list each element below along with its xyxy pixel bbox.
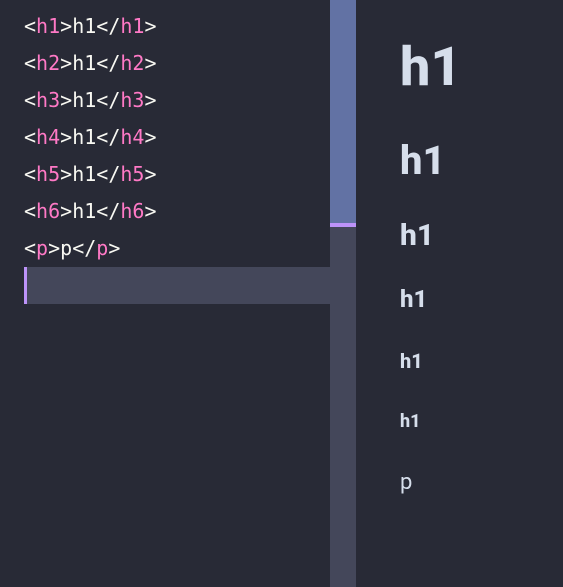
angle-close: >: [144, 51, 156, 75]
angle-open-slash: </: [96, 51, 120, 75]
angle-open-slash: </: [72, 236, 96, 260]
open-tag: h4: [36, 125, 60, 149]
code-editor[interactable]: <h1>h1</h1> <h2>h1</h2> <h3>h1</h3> <h4>…: [0, 0, 330, 587]
tag-text: h1: [72, 199, 96, 223]
angle-close: >: [60, 14, 72, 38]
angle-close: >: [144, 162, 156, 186]
angle-open: <: [24, 14, 36, 38]
close-tag: h1: [120, 14, 144, 38]
preview-h2: h1: [400, 137, 563, 184]
angle-open-slash: </: [96, 199, 120, 223]
open-tag: h2: [36, 51, 60, 75]
code-line[interactable]: <h2>h1</h2>: [24, 45, 330, 82]
preview-p: p: [400, 470, 563, 495]
tag-text: h1: [72, 14, 96, 38]
angle-close: >: [144, 88, 156, 112]
angle-open: <: [24, 88, 36, 112]
preview-h4: h1: [400, 285, 563, 313]
open-tag: p: [36, 236, 48, 260]
angle-close: >: [48, 236, 60, 260]
code-line[interactable]: <h3>h1</h3>: [24, 82, 330, 119]
angle-close: >: [144, 199, 156, 223]
close-tag: h5: [120, 162, 144, 186]
angle-open: <: [24, 236, 36, 260]
angle-close: >: [60, 162, 72, 186]
close-tag: h4: [120, 125, 144, 149]
code-line[interactable]: <h4>h1</h4>: [24, 119, 330, 156]
angle-open-slash: </: [96, 162, 120, 186]
tag-text: h1: [72, 88, 96, 112]
tag-text: h1: [72, 51, 96, 75]
active-line[interactable]: [24, 267, 330, 304]
preview-h6: h1: [400, 411, 563, 432]
angle-open: <: [24, 51, 36, 75]
tag-text: h1: [72, 125, 96, 149]
angle-open: <: [24, 125, 36, 149]
open-tag: h3: [36, 88, 60, 112]
angle-close: >: [144, 125, 156, 149]
angle-close: >: [60, 51, 72, 75]
open-tag: h1: [36, 14, 60, 38]
angle-open-slash: </: [96, 14, 120, 38]
angle-close: >: [144, 14, 156, 38]
open-tag: h6: [36, 199, 60, 223]
code-line[interactable]: <h6>h1</h6>: [24, 193, 330, 230]
tag-text: p: [60, 236, 72, 260]
tag-text: h1: [72, 162, 96, 186]
preview-h5: h1: [400, 349, 563, 373]
overview-mark[interactable]: [330, 223, 356, 227]
open-tag: h5: [36, 162, 60, 186]
close-tag: p: [96, 236, 108, 260]
code-line[interactable]: <p>p</p>: [24, 230, 330, 267]
close-tag: h6: [120, 199, 144, 223]
angle-close: >: [60, 199, 72, 223]
scrollbar[interactable]: [330, 0, 356, 587]
close-tag: h2: [120, 51, 144, 75]
angle-open-slash: </: [96, 88, 120, 112]
angle-open: <: [24, 162, 36, 186]
preview-pane: h1 h1 h1 h1 h1 h1 p: [356, 0, 563, 587]
angle-close: >: [60, 125, 72, 149]
split-view: <h1>h1</h1> <h2>h1</h2> <h3>h1</h3> <h4>…: [0, 0, 563, 587]
angle-open-slash: </: [96, 125, 120, 149]
close-tag: h3: [120, 88, 144, 112]
preview-h3: h1: [400, 218, 563, 253]
code-line[interactable]: <h1>h1</h1>: [24, 8, 330, 45]
preview-h1: h1: [400, 36, 563, 99]
angle-close: >: [60, 88, 72, 112]
scrollbar-thumb[interactable]: [330, 0, 356, 223]
code-line[interactable]: <h5>h1</h5>: [24, 156, 330, 193]
angle-open: <: [24, 199, 36, 223]
angle-close: >: [108, 236, 120, 260]
